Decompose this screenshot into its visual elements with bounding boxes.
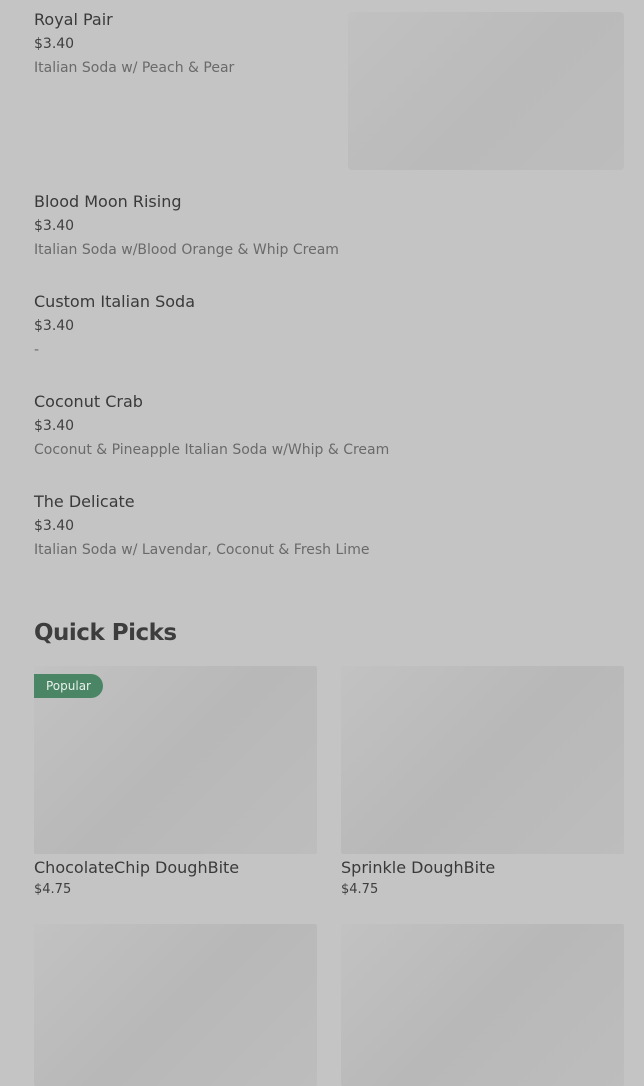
quick-pick-price: $4.75	[34, 882, 72, 897]
menu-item-price: $3.40	[34, 36, 75, 52]
menu-item-name: Custom Italian Soda	[34, 292, 196, 311]
quick-pick-card[interactable]	[34, 924, 317, 1086]
quick-pick-card[interactable]	[341, 924, 624, 1086]
menu-item-description: -	[34, 342, 40, 358]
menu-item-price: $3.40	[34, 218, 75, 234]
menu-item-price: $3.40	[34, 518, 75, 534]
menu-item-custom-italian-soda[interactable]: Custom Italian Soda $3.40 -	[34, 292, 195, 359]
quick-pick-image	[34, 924, 317, 1086]
menu-item-description: Italian Soda w/ Lavendar, Coconut & Fres…	[34, 542, 370, 558]
menu-item-image[interactable]	[348, 12, 624, 170]
menu-item-price: $3.40	[34, 318, 75, 334]
quick-pick-image: Popular	[34, 666, 317, 854]
menu-item-royal-pair[interactable]: Royal Pair $3.40 Italian Soda w/ Peach &…	[34, 10, 234, 77]
menu-item-price: $3.40	[34, 418, 75, 434]
menu-item-blood-moon-rising[interactable]: Blood Moon Rising $3.40 Italian Soda w/B…	[34, 192, 339, 259]
quick-pick-name: ChocolateChip DoughBite	[34, 858, 240, 877]
menu-item-coconut-crab[interactable]: Coconut Crab $3.40 Coconut & Pineapple I…	[34, 392, 389, 459]
menu-item-description: Italian Soda w/ Peach & Pear	[34, 60, 235, 76]
quick-pick-image	[341, 924, 624, 1086]
menu-item-the-delicate[interactable]: The Delicate $3.40 Italian Soda w/ Laven…	[34, 492, 369, 559]
quick-pick-image	[341, 666, 624, 854]
quick-pick-name: Sprinkle DoughBite	[341, 858, 496, 877]
quick-pick-price: $4.75	[341, 882, 379, 897]
menu-item-name: The Delicate	[34, 492, 135, 511]
menu-page: Royal Pair $3.40 Italian Soda w/ Peach &…	[0, 0, 644, 1086]
menu-item-description: Italian Soda w/Blood Orange & Whip Cream	[34, 242, 339, 258]
quick-pick-card-chocolatechip-doughbite[interactable]: Popular ChocolateChip DoughBite $4.75	[34, 666, 317, 899]
menu-item-name: Coconut Crab	[34, 392, 143, 411]
menu-item-name: Blood Moon Rising	[34, 192, 182, 211]
menu-item-name: Royal Pair	[34, 10, 113, 29]
quick-pick-card-sprinkle-doughbite[interactable]: Sprinkle DoughBite $4.75	[341, 666, 624, 899]
popular-badge: Popular	[34, 674, 103, 698]
menu-item-description: Coconut & Pineapple Italian Soda w/Whip …	[34, 442, 390, 458]
section-title-quick-picks: Quick Picks	[34, 620, 177, 646]
